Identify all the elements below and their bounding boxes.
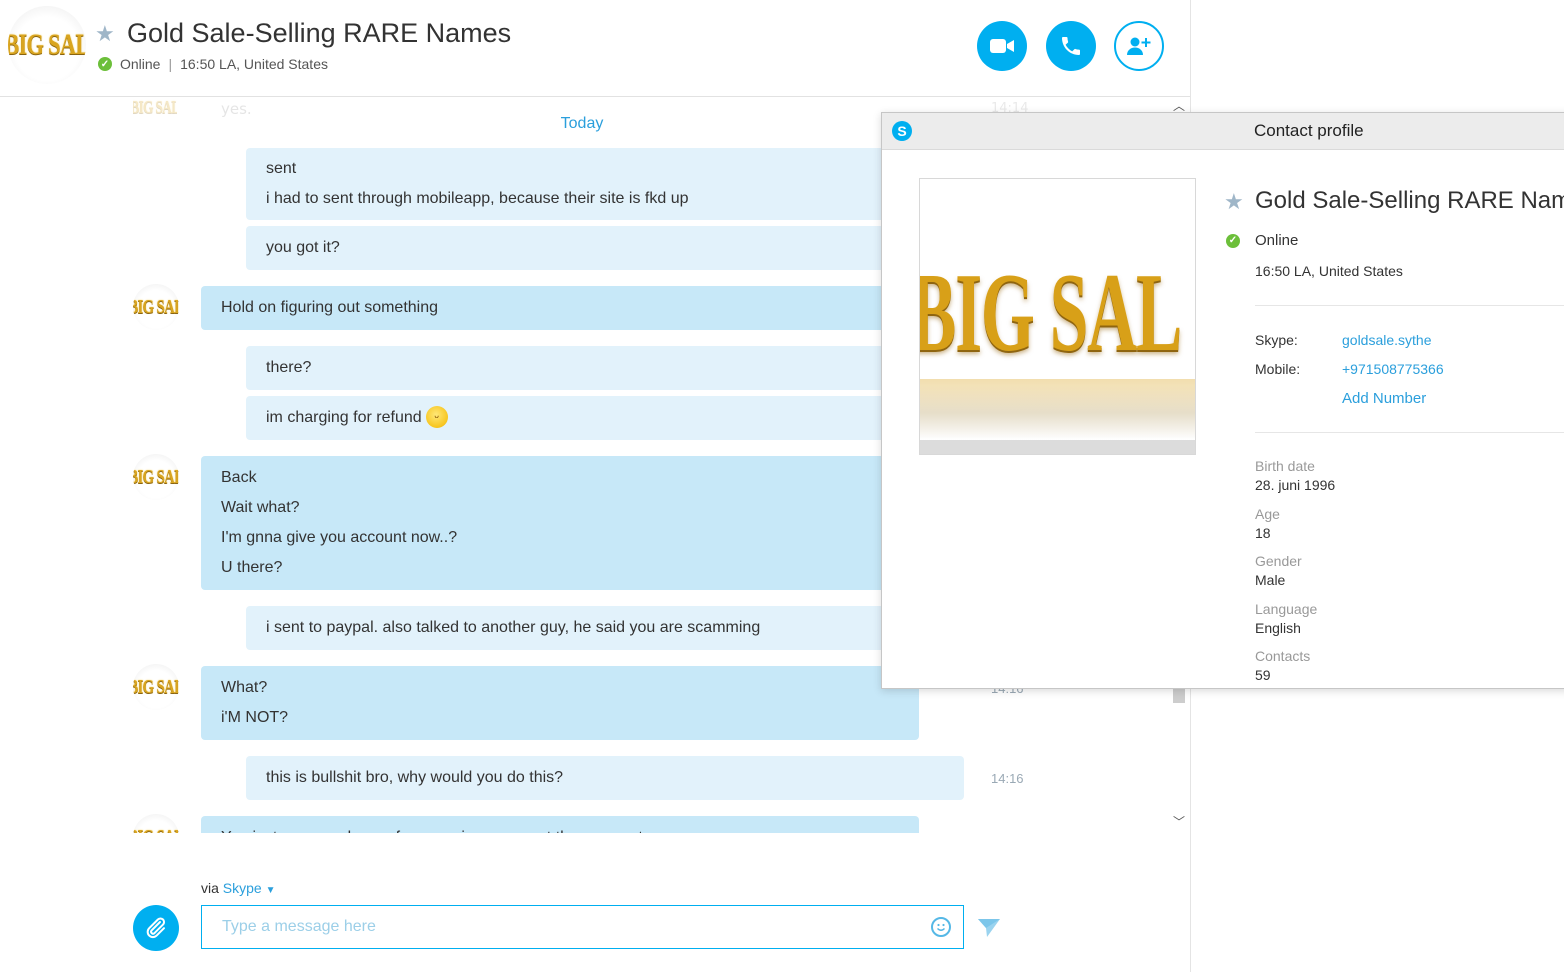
- profile-photo: BIG SAL: [919, 178, 1196, 455]
- avatar-logo-text: BIG SAL: [133, 465, 179, 488]
- birthdate-value: 28. juni 1996: [1255, 477, 1336, 493]
- message-line: I'm gnna give you account now..?: [221, 529, 458, 546]
- profile-titlebar[interactable]: S Contact profile: [882, 113, 1564, 150]
- avatar-logo-text: BIG SAL: [133, 826, 179, 834]
- profile-local-time: 16:50 LA, United States: [1255, 263, 1403, 279]
- skype-label: Skype:: [1255, 332, 1298, 348]
- profile-presence: ✓ Online: [1226, 232, 1298, 249]
- smile-face-glyph: [937, 923, 945, 931]
- add-people-button[interactable]: [1114, 21, 1164, 71]
- gender-value: Male: [1255, 572, 1286, 588]
- mobile-number-link[interactable]: +971508775366: [1342, 361, 1444, 377]
- add-number-link[interactable]: Add Number: [1342, 390, 1426, 407]
- online-status-icon: ✓: [98, 57, 112, 71]
- divider: [1255, 432, 1564, 433]
- age-label: Age: [1255, 506, 1280, 522]
- message-line: there?: [266, 359, 312, 376]
- message-line: sent: [266, 160, 297, 177]
- message-line: You just scammed one of my previous acco…: [221, 823, 899, 833]
- contacts-value: 59: [1255, 667, 1271, 683]
- video-camera-icon: [990, 39, 1014, 53]
- profile-name: Gold Sale-Selling RARE Names: [1255, 187, 1564, 214]
- message-line: this is bullshit bro, why would you do t…: [266, 769, 564, 786]
- favorite-star-icon[interactable]: ★: [95, 22, 115, 47]
- message-line: i'M NOT?: [221, 709, 289, 726]
- message-avatar[interactable]: BIG SAL: [133, 284, 179, 330]
- via-prefix: via: [201, 880, 219, 896]
- message-bubble-received[interactable]: What? i'M NOT?: [201, 666, 919, 740]
- message-avatar[interactable]: BIG SAL: [133, 454, 179, 500]
- message-text: im charging for refund: [266, 409, 422, 426]
- divider: [1255, 305, 1564, 306]
- message-bubble-received[interactable]: Hold on figuring out something: [201, 286, 919, 330]
- message-line: i sent to paypal. also talked to another…: [266, 619, 761, 636]
- skype-logo-icon: S: [892, 121, 912, 141]
- scroll-down-icon[interactable]: ﹀: [1170, 813, 1188, 831]
- chevron-down-icon[interactable]: ▼: [266, 885, 276, 896]
- language-value: English: [1255, 620, 1301, 636]
- photo-footer-bar: [920, 440, 1195, 454]
- via-service-link[interactable]: Skype: [223, 880, 262, 896]
- profile-status: Online: [1255, 232, 1299, 249]
- message-bubble-received[interactable]: You just scammed one of my previous acco…: [201, 816, 919, 833]
- audio-call-button[interactable]: [1046, 21, 1096, 71]
- message-avatar[interactable]: BIG SAL: [133, 814, 179, 833]
- message-line: What?: [221, 679, 268, 696]
- send-icon[interactable]: [977, 917, 1001, 939]
- message-bubble-sent[interactable]: i sent to paypal. also talked to another…: [246, 606, 964, 650]
- presence-status: Online: [120, 56, 161, 72]
- attach-file-button[interactable]: [133, 905, 179, 951]
- video-call-button[interactable]: [977, 21, 1027, 71]
- contact-profile-window: S Contact profile BIG SAL ★ Gold Sale-Se…: [881, 112, 1564, 689]
- message-bubble-sent[interactable]: this is bullshit bro, why would you do t…: [246, 756, 964, 800]
- message-bubble-sent[interactable]: im charging for refund ᵕ: [246, 396, 964, 440]
- birthdate-label: Birth date: [1255, 458, 1315, 474]
- conversation-title[interactable]: Gold Sale-Selling RARE Names: [127, 18, 511, 49]
- message-input[interactable]: [201, 905, 964, 949]
- language-label: Language: [1255, 601, 1318, 617]
- message-bubble-sent[interactable]: you got it?: [246, 226, 964, 270]
- message-line: Hold on figuring out something: [221, 299, 439, 316]
- message-avatar[interactable]: BIG SAL: [133, 664, 179, 710]
- emoticon-picker-icon[interactable]: [931, 917, 951, 937]
- message-time: 14:16: [991, 771, 1024, 786]
- paperclip-icon: [146, 917, 166, 939]
- via-service-selector[interactable]: via Skype ▼: [201, 880, 276, 896]
- presence-line: ✓ Online | 16:50 LA, United States: [98, 56, 328, 72]
- profile-photo-logo: BIG SAL: [919, 251, 1182, 375]
- message-bubble-received[interactable]: Back Wait what? I'm gnna give you accoun…: [201, 456, 919, 590]
- message-bubble-sent[interactable]: there?: [246, 346, 964, 390]
- message-line: U there?: [221, 559, 283, 576]
- presence-separator: |: [168, 56, 173, 72]
- local-time: 16:50 LA, United States: [180, 56, 328, 72]
- profile-window-title: Contact profile: [1254, 121, 1364, 140]
- avatar-logo-text: BIG SAL: [133, 295, 179, 318]
- add-person-icon: [1127, 37, 1151, 55]
- message-bubble-sent[interactable]: sent i had to sent through mobileapp, be…: [246, 148, 964, 220]
- contacts-label: Contacts: [1255, 648, 1311, 664]
- online-status-icon: ✓: [1226, 233, 1240, 248]
- message-line: Back: [221, 469, 257, 486]
- avatar-logo-text: BIG SAL: [133, 675, 179, 698]
- avatar-logo-text: BIG SAL: [8, 28, 86, 61]
- phone-icon: [1062, 37, 1080, 55]
- conversation-header: BIG SAL ★ Gold Sale-Selling RARE Names ✓…: [0, 0, 1190, 97]
- skype-id-link[interactable]: goldsale.sythe: [1342, 332, 1432, 348]
- message-line: you got it?: [266, 239, 340, 256]
- smile-emoji-icon: ᵕ: [425, 405, 448, 428]
- favorite-star-icon[interactable]: ★: [1224, 190, 1244, 215]
- gender-label: Gender: [1255, 553, 1302, 569]
- mobile-label: Mobile:: [1255, 361, 1301, 377]
- photo-reflection: [920, 379, 1195, 439]
- contact-avatar[interactable]: BIG SAL: [8, 6, 86, 84]
- message-line: i had to sent through mobileapp, because…: [266, 190, 689, 207]
- message-line: im charging for refund ᵕ: [266, 403, 944, 433]
- message-line: Wait what?: [221, 499, 300, 516]
- age-value: 18: [1255, 525, 1271, 541]
